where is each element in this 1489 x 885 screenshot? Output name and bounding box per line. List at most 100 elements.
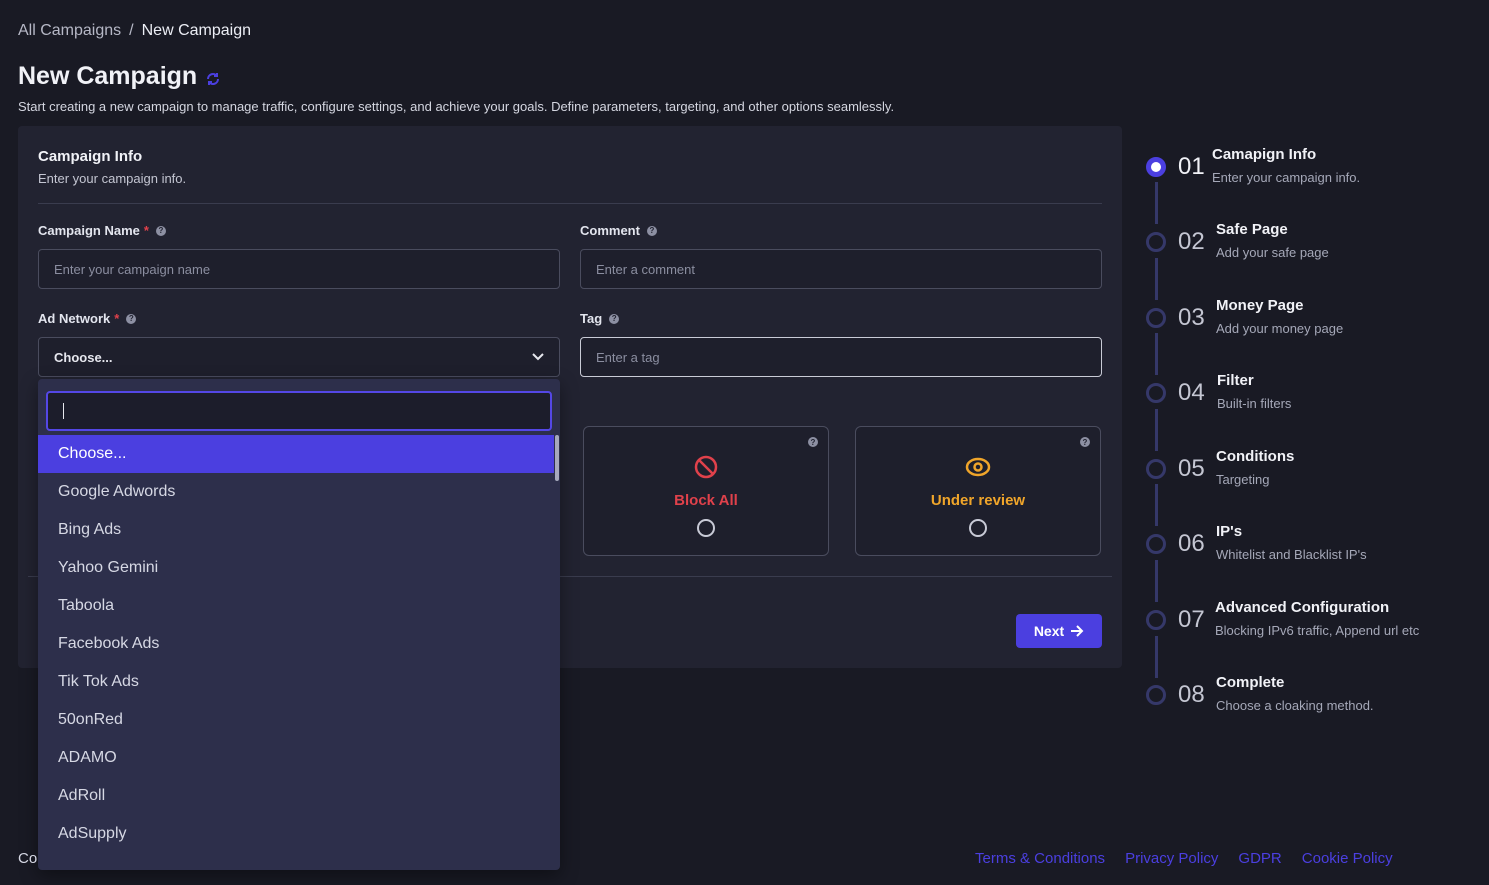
arrow-right-icon (1071, 625, 1084, 637)
step-indicator (1146, 157, 1166, 177)
dropdown-option[interactable]: Taboola (38, 587, 554, 625)
page-title-row: New Campaign (18, 62, 221, 91)
chevron-down-icon (532, 353, 544, 361)
footer-copyright: Co (18, 850, 38, 867)
help-icon[interactable]: ? (609, 313, 620, 324)
step-02[interactable]: 02 Safe Page Add your safe page (1140, 215, 1480, 275)
step-03[interactable]: 03 Money Page Add your money page (1140, 291, 1480, 351)
help-icon[interactable]: ? (1080, 437, 1090, 447)
step-number: 01 (1178, 153, 1205, 180)
step-subtitle: Add your money page (1216, 321, 1344, 336)
ad-network-label: Ad Network * ? (38, 311, 137, 326)
help-icon[interactable]: ? (126, 313, 137, 324)
divider (38, 203, 1102, 204)
dropdown-option[interactable]: Choose... (38, 435, 554, 473)
help-icon[interactable]: ? (808, 437, 818, 447)
help-icon[interactable]: ? (646, 225, 657, 236)
block-icon (694, 455, 718, 479)
dropdown-option[interactable]: Facebook Ads (38, 625, 554, 663)
step-indicator (1146, 383, 1166, 403)
under-review-radio[interactable] (969, 519, 987, 537)
step-subtitle: Blocking IPv6 traffic, Append url etc (1215, 623, 1420, 638)
ad-network-label-text: Ad Network (38, 311, 111, 326)
page-title: New Campaign (18, 62, 198, 90)
step-04[interactable]: 04 Filter Built-in filters (1140, 366, 1480, 426)
step-indicator (1146, 610, 1166, 630)
step-08[interactable]: 08 Complete Choose a cloaking method. (1140, 668, 1480, 728)
step-indicator (1146, 459, 1166, 479)
block-all-label: Block All (674, 492, 738, 509)
terms-link[interactable]: Terms & Conditions (975, 850, 1105, 867)
step-title: Filter (1217, 372, 1254, 389)
privacy-link[interactable]: Privacy Policy (1125, 850, 1218, 867)
section-title: Campaign Info (38, 148, 143, 165)
dropdown-option[interactable]: ADAMO (38, 739, 554, 777)
step-title: Camapign Info (1212, 146, 1317, 163)
help-icon[interactable]: ? (155, 225, 166, 236)
step-subtitle: Enter your campaign info. (1212, 170, 1361, 185)
dropdown-option[interactable]: 50onRed (38, 701, 554, 739)
step-title: Complete (1216, 674, 1285, 691)
footer-links: Terms & Conditions Privacy Policy GDPR C… (975, 850, 1393, 867)
step-number: 02 (1178, 228, 1205, 255)
step-indicator (1146, 232, 1166, 252)
dropdown-scrollbar[interactable] (554, 435, 560, 855)
ad-network-select[interactable]: Choose... (38, 337, 560, 377)
breadcrumb-separator: / (129, 22, 134, 39)
step-06[interactable]: 06 IP's Whitelist and Blacklist IP's (1140, 517, 1480, 577)
step-subtitle: Built-in filters (1217, 396, 1292, 411)
breadcrumb-parent-link[interactable]: All Campaigns (18, 22, 121, 40)
scrollbar-thumb[interactable] (555, 435, 559, 481)
ad-network-dropdown: Choose... Google Adwords Bing Ads Yahoo … (38, 379, 560, 870)
step-subtitle: Choose a cloaking method. (1216, 698, 1374, 713)
under-review-option[interactable]: ? Under review (855, 426, 1101, 556)
step-indicator (1146, 534, 1166, 554)
step-number: 03 (1178, 304, 1205, 331)
step-07[interactable]: 07 Advanced Configuration Blocking IPv6 … (1140, 593, 1480, 653)
required-mark: * (143, 223, 149, 238)
campaign-name-input[interactable]: Enter your campaign name (38, 249, 560, 289)
next-button-label: Next (1033, 623, 1065, 639)
step-number: 06 (1178, 530, 1205, 557)
cookie-policy-link[interactable]: Cookie Policy (1302, 850, 1393, 867)
campaign-name-label-text: Campaign Name (38, 223, 140, 238)
next-button[interactable]: Next (1016, 614, 1102, 648)
text-caret (63, 403, 64, 419)
campaign-name-label: Campaign Name * ? (38, 223, 166, 238)
page-subtitle: Start creating a new campaign to manage … (18, 99, 895, 114)
step-title: Safe Page (1216, 221, 1288, 238)
tag-input[interactable]: Enter a tag (580, 337, 1102, 377)
dropdown-option[interactable]: Bing Ads (38, 511, 554, 549)
step-subtitle: Whitelist and Blacklist IP's (1216, 547, 1367, 562)
step-title: Conditions (1216, 448, 1295, 465)
step-title: Advanced Configuration (1215, 599, 1390, 616)
ad-network-selected-value: Choose... (54, 349, 113, 365)
step-subtitle: Add your safe page (1216, 245, 1329, 260)
dropdown-option[interactable]: Google Adwords (38, 473, 554, 511)
step-number: 07 (1178, 606, 1205, 633)
under-review-label: Under review (930, 492, 1026, 509)
required-mark: * (114, 311, 120, 326)
dropdown-option[interactable]: AdSupply (38, 815, 554, 853)
tag-label-text: Tag (580, 311, 603, 326)
dropdown-option[interactable]: AdRoll (38, 777, 554, 815)
step-number: 04 (1178, 379, 1205, 406)
step-title: IP's (1216, 523, 1243, 540)
step-subtitle: Targeting (1216, 472, 1270, 487)
block-all-radio[interactable] (697, 519, 715, 537)
comment-input[interactable]: Enter a comment (580, 249, 1102, 289)
step-01[interactable]: 01 Camapign Info Enter your campaign inf… (1140, 140, 1480, 200)
dropdown-options-list: Choose... Google Adwords Bing Ads Yahoo … (38, 435, 554, 853)
step-title: Money Page (1216, 297, 1304, 314)
step-indicator (1146, 308, 1166, 328)
step-number: 05 (1178, 455, 1205, 482)
dropdown-option[interactable]: Yahoo Gemini (38, 549, 554, 587)
refresh-icon[interactable] (205, 71, 221, 87)
block-all-option[interactable]: ? Block All (583, 426, 829, 556)
step-05[interactable]: 05 Conditions Targeting (1140, 442, 1480, 502)
dropdown-option[interactable]: Tik Tok Ads (38, 663, 554, 701)
breadcrumb-current: New Campaign (141, 22, 251, 39)
comment-label-text: Comment (580, 223, 640, 238)
gdpr-link[interactable]: GDPR (1238, 850, 1281, 867)
dropdown-search-input[interactable] (46, 391, 552, 431)
